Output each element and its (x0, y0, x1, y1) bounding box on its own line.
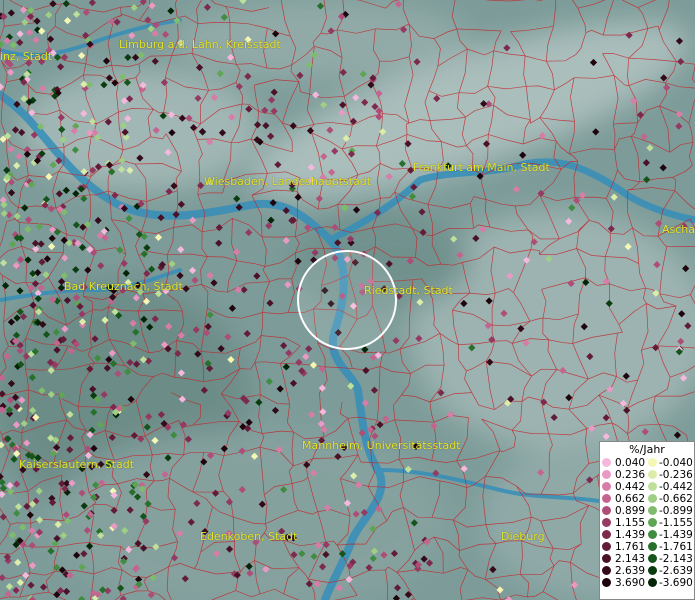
legend-value-positive: 3.690 (615, 577, 646, 589)
legend: %/Jahr 0.040 -0.040 0.236 -0.236 0.442 -0.442… (599, 441, 695, 600)
city-label-edenkoben: Edenkoben, Stadt (200, 530, 298, 543)
legend-value-positive: 0.236 (615, 469, 646, 481)
city-label-aschaffenburg: Ascha (662, 223, 695, 236)
legend-swatch-positive (602, 554, 611, 563)
legend-value-positive: 1.155 (615, 517, 646, 529)
legend-value-negative: -0.442 (659, 481, 693, 493)
legend-value-positive: 2.639 (615, 565, 646, 577)
city-label-limburg: Limburg a.d. Lahn, Kreisstadt (119, 38, 281, 51)
legend-value-negative: -0.662 (659, 493, 693, 505)
legend-value-negative: -0.236 (659, 469, 693, 481)
legend-row: 3.690 -3.690 (602, 577, 694, 589)
selection-circle[interactable] (0, 0, 695, 600)
legend-swatch-positive (602, 458, 611, 467)
legend-row: 2.143 -2.143 (602, 553, 694, 565)
legend-value-positive: 0.442 (615, 481, 646, 493)
legend-swatch-positive (602, 506, 611, 515)
legend-swatch-positive (602, 494, 611, 503)
legend-swatch-positive (602, 530, 611, 539)
city-label-riedstadt: Riedstadt, Stadt (364, 284, 453, 297)
map-view[interactable]: inz, Stadt Limburg a.d. Lahn, Kreisstadt… (0, 0, 695, 600)
legend-swatch-negative (648, 482, 657, 491)
legend-value-positive: 1.761 (615, 541, 646, 553)
legend-swatch-negative (648, 494, 657, 503)
city-label-wiesbaden: Wiesbaden, Landeshauptstadt (204, 175, 372, 188)
legend-swatch-positive (602, 482, 611, 491)
legend-row: 0.662 -0.662 (602, 493, 694, 505)
legend-swatch-negative (648, 530, 657, 539)
legend-swatch-negative (648, 518, 657, 527)
legend-value-negative: -2.639 (659, 565, 693, 577)
legend-row: 1.761 -1.761 (602, 541, 694, 553)
legend-value-negative: -1.155 (659, 517, 693, 529)
legend-value-negative: -1.761 (659, 541, 693, 553)
legend-row: 1.439 -1.439 (602, 529, 694, 541)
legend-row: 0.442 -0.442 (602, 481, 694, 493)
legend-swatch-positive (602, 542, 611, 551)
legend-title: %/Jahr (629, 443, 665, 456)
legend-value-positive: 2.143 (615, 553, 646, 565)
city-label-kaiserslautern: Kaiserslautern, Stadt (19, 458, 135, 471)
legend-swatch-negative (648, 458, 657, 467)
city-label-dieburg: Dieburg (501, 530, 545, 543)
legend-rows: 0.040 -0.040 0.236 -0.236 0.442 -0.442 0.662 -0… (602, 457, 694, 589)
legend-value-negative: -0.040 (659, 457, 693, 469)
city-label-bad-kreuznach: Bad Kreuznach, Stadt (64, 280, 183, 293)
legend-row: 2.639 -2.639 (602, 565, 694, 577)
legend-value-positive: 1.439 (615, 529, 646, 541)
city-label-mainz: inz, Stadt (0, 50, 53, 63)
legend-swatch-positive (602, 566, 611, 575)
legend-value-positive: 0.040 (615, 457, 646, 469)
legend-value-negative: -3.690 (659, 577, 693, 589)
legend-swatch-negative (648, 542, 657, 551)
legend-value-positive: 0.662 (615, 493, 646, 505)
legend-swatch-negative (648, 506, 657, 515)
legend-row: 0.040 -0.040 (602, 457, 694, 469)
legend-value-negative: -0.899 (659, 505, 693, 517)
legend-row: 1.155 -1.155 (602, 517, 694, 529)
legend-swatch-negative (648, 566, 657, 575)
legend-value-negative: -2.143 (659, 553, 693, 565)
legend-value-negative: -1.439 (659, 529, 693, 541)
city-label-mannheim: Mannheim, Universitätsstadt (302, 439, 461, 452)
legend-value-positive: 0.899 (615, 505, 646, 517)
legend-swatch-positive (602, 518, 611, 527)
legend-swatch-negative (648, 554, 657, 563)
legend-swatch-positive (602, 470, 611, 479)
legend-row: 0.236 -0.236 (602, 469, 694, 481)
legend-swatch-negative (648, 470, 657, 479)
city-label-frankfurt: Frankfurt am Main, Stadt (413, 161, 550, 174)
legend-swatch-positive (602, 578, 611, 587)
legend-row: 0.899 -0.899 (602, 505, 694, 517)
legend-swatch-negative (648, 578, 657, 587)
